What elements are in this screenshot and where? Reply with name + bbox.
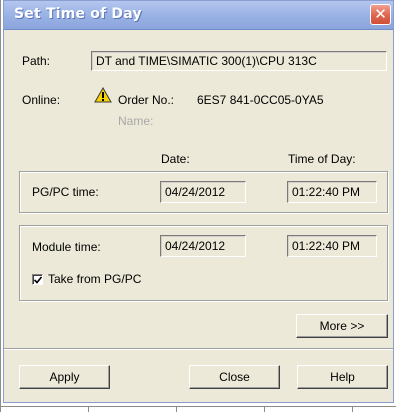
module-date-field[interactable]: 04/24/2012 (160, 235, 246, 257)
module-time-label: Module time: (32, 240, 101, 254)
module-time-field[interactable]: 01:22:40 PM (287, 235, 377, 257)
button-separator (4, 348, 393, 350)
set-time-dialog: Set Time of Day ✕ Path: DT and TIME\SIMA… (3, 0, 394, 403)
pgpc-date-field: 04/24/2012 (160, 181, 246, 203)
page: Set Time of Day ✕ Path: DT and TIME\SIMA… (0, 0, 396, 412)
title-bar[interactable]: Set Time of Day ✕ (4, 1, 393, 30)
path-field: DT and TIME\SIMATIC 300(1)\CPU 313C (91, 51, 387, 71)
warning-icon (94, 87, 112, 103)
order-no-label: Order No.: (118, 93, 175, 107)
path-label: Path: (22, 54, 51, 68)
close-icon[interactable]: ✕ (370, 4, 391, 25)
date-column-header: Date: (161, 152, 190, 166)
online-label: Online: (22, 93, 61, 107)
more-button[interactable]: More >> (296, 314, 388, 338)
time-column-header: Time of Day: (288, 152, 356, 166)
take-from-pgpc-label[interactable]: Take from PG/PC (48, 272, 141, 286)
dialog-title: Set Time of Day (14, 6, 142, 22)
close-button[interactable]: Close (189, 365, 280, 389)
apply-button[interactable]: Apply (19, 365, 110, 389)
pgpc-time-label: PG/PC time: (32, 185, 99, 199)
background-grid-line (264, 406, 265, 412)
background-grid-line (176, 406, 177, 412)
take-from-pgpc-checkbox[interactable] (32, 274, 43, 285)
background-grid-line (352, 406, 353, 412)
background-left-edge (0, 0, 1, 412)
order-no-value: 6ES7 841-0CC05-0YA5 (197, 93, 324, 107)
background-grid-line (0, 406, 396, 407)
background-grid-line (88, 406, 89, 412)
name-label: Name: (118, 114, 154, 128)
help-button[interactable]: Help (297, 365, 388, 389)
checkmark-icon (34, 276, 42, 284)
pgpc-time-field: 01:22:40 PM (287, 181, 377, 203)
